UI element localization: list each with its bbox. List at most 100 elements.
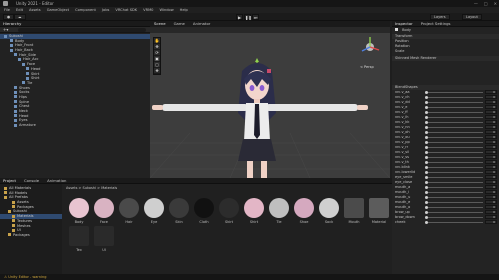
asset-tile[interactable]: Cloth	[191, 198, 217, 224]
asset-tile[interactable]: Shoe	[291, 198, 317, 224]
blendshape-value[interactable]: 0	[485, 115, 497, 119]
slider-handle[interactable]	[425, 196, 428, 199]
slider-handle[interactable]	[425, 176, 428, 179]
object-name[interactable]: Body	[402, 28, 411, 32]
tab-project-settings[interactable]: Project Settings	[421, 21, 451, 26]
blendshape-slider[interactable]	[425, 216, 483, 219]
blendshape-value[interactable]: 0	[485, 125, 497, 129]
slider-handle[interactable]	[425, 166, 428, 169]
blendshape-slider[interactable]	[425, 126, 483, 129]
slider-handle[interactable]	[425, 221, 428, 224]
slider-handle[interactable]	[425, 141, 428, 144]
blendshape-value[interactable]: 0	[485, 135, 497, 139]
slider-handle[interactable]	[425, 121, 428, 124]
slider-handle[interactable]	[425, 171, 428, 174]
tab-animation[interactable]: Animation	[47, 178, 66, 183]
scene-view[interactable]: Scene Game Animator ✋ ✥ ⟳ ▣ ▢ ❖ < Persp	[150, 21, 390, 178]
blendshape-slider[interactable]	[425, 96, 483, 99]
asset-tile[interactable]: Skirt	[216, 198, 242, 224]
close-icon[interactable]: ✕	[494, 0, 497, 7]
slider-handle[interactable]	[425, 91, 428, 94]
asset-tile[interactable]: Tex	[66, 226, 92, 252]
slider-handle[interactable]	[425, 181, 428, 184]
asset-tile[interactable]: Body	[66, 198, 92, 224]
blendshape-value[interactable]: 0	[485, 195, 497, 199]
blendshape-slider[interactable]	[425, 171, 483, 174]
blendshape-value[interactable]: 0	[485, 220, 497, 224]
blendshape-value[interactable]: 0	[485, 130, 497, 134]
hierarchy-item[interactable]: Armature	[0, 123, 150, 128]
blendshape-value[interactable]: 0	[485, 110, 497, 114]
slider-handle[interactable]	[425, 211, 428, 214]
asset-tile[interactable]: Skin	[166, 198, 192, 224]
minimize-icon[interactable]: —	[474, 0, 478, 7]
active-checkbox[interactable]	[395, 28, 398, 31]
blendshape-slider[interactable]	[425, 131, 483, 134]
slider-handle[interactable]	[425, 111, 428, 114]
blendshape-value[interactable]: 0	[485, 215, 497, 219]
blendshape-slider[interactable]	[425, 151, 483, 154]
tab-console[interactable]: Console	[24, 178, 39, 183]
slider-handle[interactable]	[425, 191, 428, 194]
blendshape-value[interactable]: 0	[485, 200, 497, 204]
maximize-icon[interactable]: □	[484, 0, 488, 7]
blendshape-slider[interactable]	[425, 221, 483, 224]
blendshape-slider[interactable]	[425, 186, 483, 189]
blendshape-slider[interactable]	[425, 91, 483, 94]
blendshape-value[interactable]: 0	[485, 155, 497, 159]
blendshape-value[interactable]: 0	[485, 185, 497, 189]
avatar-model[interactable]	[150, 33, 390, 178]
blendshape-value[interactable]: 0	[485, 145, 497, 149]
blendshape-value[interactable]: 0	[485, 190, 497, 194]
blendshape-slider[interactable]	[425, 196, 483, 199]
blendshape-slider[interactable]	[425, 181, 483, 184]
asset-tile[interactable]: Mouth	[341, 198, 367, 224]
blendshape-slider[interactable]	[425, 206, 483, 209]
blendshape-value[interactable]: 0	[485, 140, 497, 144]
slider-handle[interactable]	[425, 151, 428, 154]
blendshape-value[interactable]: 0	[485, 210, 497, 214]
blendshape-value[interactable]: 0	[485, 180, 497, 184]
asset-tile[interactable]: UI	[91, 226, 117, 252]
asset-tile[interactable]: Material	[366, 198, 392, 224]
blendshape-value[interactable]: 0	[485, 170, 497, 174]
add-icon[interactable]: +▾	[3, 27, 8, 33]
blendshape-slider[interactable]	[425, 166, 483, 169]
slider-handle[interactable]	[425, 146, 428, 149]
renderer-header[interactable]: Skinned Mesh Renderer	[392, 56, 499, 61]
account-button[interactable]: ●	[3, 14, 15, 20]
slider-handle[interactable]	[425, 186, 428, 189]
slider-handle[interactable]	[425, 201, 428, 204]
slider-handle[interactable]	[425, 206, 428, 209]
layout-dropdown[interactable]: Layout	[462, 14, 482, 20]
blendshape-slider[interactable]	[425, 116, 483, 119]
slider-handle[interactable]	[425, 156, 428, 159]
collab-button[interactable]: ☁	[14, 14, 26, 20]
blendshape-slider[interactable]	[425, 176, 483, 179]
slider-handle[interactable]	[425, 96, 428, 99]
slider-handle[interactable]	[425, 216, 428, 219]
pause-button[interactable]: ❚❚	[244, 14, 252, 20]
blendshape-slider[interactable]	[425, 121, 483, 124]
blendshape-slider[interactable]	[425, 106, 483, 109]
blendshape-value[interactable]: 0	[485, 100, 497, 104]
blendshape-slider[interactable]	[425, 101, 483, 104]
tab-hierarchy[interactable]: Hierarchy	[3, 21, 21, 26]
blendshape-value[interactable]: 0	[485, 120, 497, 124]
blendshape-slider[interactable]	[425, 156, 483, 159]
play-button[interactable]: ▶	[236, 14, 243, 20]
slider-handle[interactable]	[425, 161, 428, 164]
blendshape-value[interactable]: 0	[485, 105, 497, 109]
blendshape-slider[interactable]	[425, 146, 483, 149]
asset-tile[interactable]: Face	[91, 198, 117, 224]
blendshape-value[interactable]: 0	[485, 175, 497, 179]
blendshape-slider[interactable]	[425, 191, 483, 194]
slider-handle[interactable]	[425, 106, 428, 109]
slider-handle[interactable]	[425, 136, 428, 139]
blendshape-value[interactable]: 0	[485, 95, 497, 99]
blendshape-slider[interactable]	[425, 201, 483, 204]
asset-tile[interactable]: Eye	[141, 198, 167, 224]
blendshape-value[interactable]: 0	[485, 205, 497, 209]
blendshape-slider[interactable]	[425, 111, 483, 114]
slider-handle[interactable]	[425, 131, 428, 134]
